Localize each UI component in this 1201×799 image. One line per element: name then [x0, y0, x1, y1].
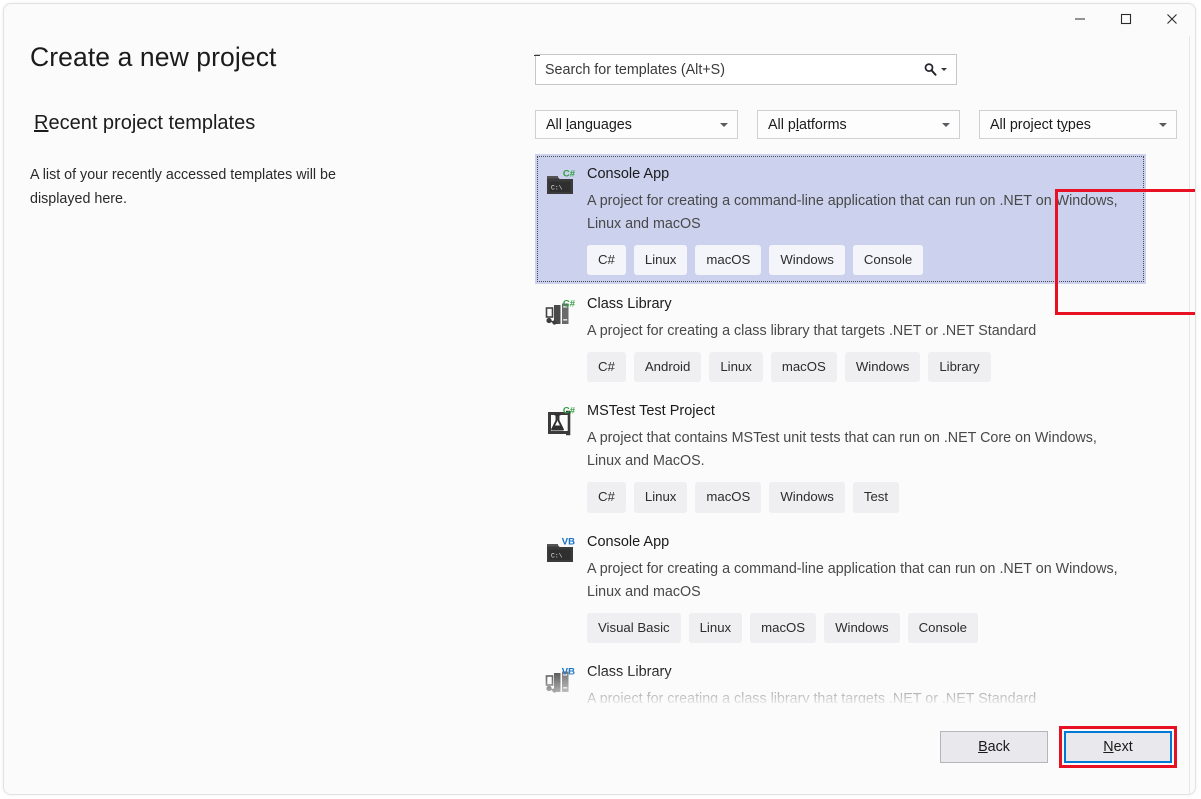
template-description: A project for creating a class library t…: [587, 320, 1133, 343]
template-list[interactable]: C:\C#Console AppA project for creating a…: [524, 154, 1196, 703]
template-body: MSTest Test Project A project that contai…: [587, 402, 1146, 512]
svg-text:C:\: C:\: [551, 184, 563, 191]
template-tag: Windows: [824, 613, 900, 643]
template-tag: Console: [908, 613, 978, 643]
maximize-button[interactable]: [1103, 4, 1149, 34]
mstest-project-csharp-icon: C#: [544, 404, 576, 436]
template-tag: Windows: [845, 352, 921, 382]
language-filter-label: All languages: [546, 117, 632, 133]
svg-text:C#: C#: [563, 299, 576, 310]
template-description: A project that contains MSTest unit test…: [587, 427, 1133, 473]
template-tag: macOS: [695, 245, 761, 275]
template-tags: C# LinuxmacOS Windows Test: [587, 482, 1146, 512]
search-input[interactable]: [536, 55, 923, 84]
template-tag: macOS: [750, 613, 816, 643]
title-bar: [4, 4, 1195, 36]
svg-text:VB: VB: [562, 666, 575, 677]
platform-filter[interactable]: All platforms: [757, 110, 960, 139]
class-library-csharp-icon: C#: [544, 297, 576, 329]
recent-heading-accesskey: R: [34, 112, 48, 134]
template-tag: macOS: [771, 352, 837, 382]
template-name: Class Library: [587, 295, 1146, 314]
template-item[interactable]: C:\ VB Console App A project for creating a…: [535, 522, 1146, 652]
template-tag: Linux: [689, 613, 743, 643]
template-tag: Console: [853, 245, 923, 275]
template-tag: Visual Basic: [587, 613, 681, 643]
console-app-csharp-icon: C:\C#: [544, 167, 576, 199]
template-body: Console App A project for creating a comm…: [587, 165, 1146, 275]
console-app-vb-icon: C:\ VB: [544, 535, 576, 567]
template-tag: Linux: [634, 482, 688, 512]
chevron-down-icon: [1159, 123, 1167, 127]
template-item[interactable]: VB Class Library A project for creating a …: [535, 652, 1146, 703]
recent-project-templates-heading: Recent project templates: [34, 112, 255, 135]
svg-text:C#: C#: [563, 169, 576, 180]
chevron-down-icon[interactable]: [941, 68, 947, 71]
template-name: MSTest Test Project: [587, 402, 1146, 421]
svg-text:C:\: C:\: [551, 552, 563, 559]
template-tag: Android: [634, 352, 701, 382]
recent-templates-empty-message: A list of your recently accessed templat…: [30, 163, 360, 211]
template-tags: Visual Basic LinuxmacOS Windows Console: [587, 613, 1146, 643]
dialog-footer: Back Next: [4, 708, 1195, 794]
template-tag: macOS: [695, 482, 761, 512]
chevron-down-icon: [720, 123, 728, 127]
project-type-filter[interactable]: All project types: [979, 110, 1177, 139]
language-filter[interactable]: All languages: [535, 110, 738, 139]
template-item[interactable]: C# MSTest Test Project A project that cont…: [535, 391, 1146, 521]
back-button[interactable]: Back: [940, 731, 1048, 763]
template-tag: Windows: [769, 245, 845, 275]
create-new-project-dialog: Create a new project Recent project temp…: [3, 3, 1196, 795]
minimize-button[interactable]: [1057, 4, 1103, 34]
close-button[interactable]: [1149, 4, 1195, 34]
template-description: A project for creating a command-line ap…: [587, 558, 1133, 604]
platform-filter-label: All platforms: [768, 117, 847, 133]
search-icon: [923, 62, 938, 77]
search-box[interactable]: [535, 54, 957, 85]
project-type-filter-label: All project types: [990, 117, 1091, 133]
search-icon-group[interactable]: [923, 62, 956, 77]
svg-text:C#: C#: [563, 406, 576, 417]
class-library-vb-icon: VB: [544, 665, 576, 697]
template-description: A project for creating a class library t…: [587, 688, 1133, 703]
template-body: Class Library A project for creating a cl…: [587, 663, 1146, 703]
console-app-vb-icon: C:\ VB: [544, 535, 576, 567]
template-tag: C#: [587, 352, 626, 382]
right-pane: All languages All platforms All project …: [524, 36, 1195, 794]
template-tag: C#: [587, 245, 626, 275]
class-library-csharp-icon: C#: [544, 297, 576, 329]
template-body: Class Library A project for creating a cl…: [587, 295, 1146, 382]
template-tag: C#: [587, 482, 626, 512]
template-tag: Windows: [769, 482, 845, 512]
console-app-csharp-icon: C:\C#: [544, 167, 576, 199]
template-name: Console App: [587, 533, 1146, 552]
template-name: Console App: [587, 165, 1146, 184]
template-body: Console App A project for creating a comm…: [587, 533, 1146, 643]
template-description: A project for creating a command-line ap…: [587, 190, 1133, 236]
chevron-down-icon: [942, 123, 950, 127]
next-button[interactable]: Next: [1064, 731, 1172, 763]
template-tags: C# LinuxmacOS Windows Console: [587, 245, 1146, 275]
template-item[interactable]: C# Class Library A project for creating a …: [535, 284, 1146, 391]
template-tag: Linux: [634, 245, 688, 275]
template-tag: Library: [928, 352, 990, 382]
template-name: Class Library: [587, 663, 1146, 682]
template-tag: Test: [853, 482, 899, 512]
template-tag: Linux: [709, 352, 763, 382]
recent-heading-rest: ecent project templates: [48, 112, 255, 134]
class-library-vb-icon: VB: [544, 665, 576, 697]
svg-text:VB: VB: [562, 536, 575, 547]
mstest-project-csharp-icon: C#: [544, 404, 576, 436]
template-item[interactable]: C:\C#Console AppA project for creating a…: [535, 154, 1146, 284]
template-tags: C# Android Linux macOS WindowsLibrary: [587, 352, 1146, 382]
page-title: Create a new project: [30, 42, 277, 73]
